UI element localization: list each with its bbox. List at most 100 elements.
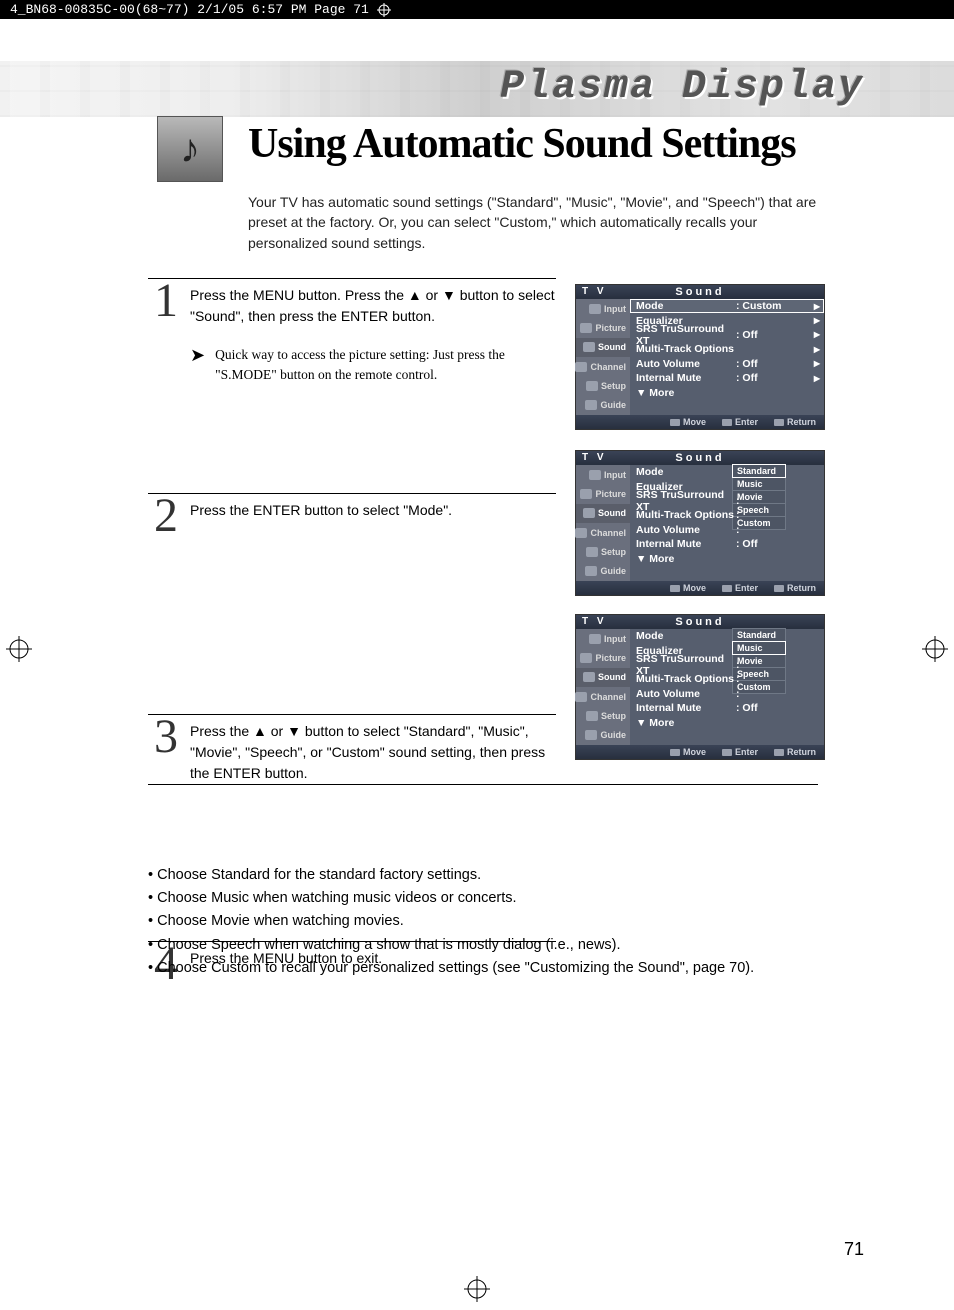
osd-row-more: ▼ More	[630, 715, 824, 729]
music-note-icon: ♪	[157, 116, 223, 182]
osd-screenshot-1: T V Sound Input Picture Sound Channel Se…	[575, 284, 825, 430]
bullet-item: Choose Speech when watching a show that …	[148, 934, 828, 957]
input-icon	[589, 304, 601, 314]
channel-icon	[575, 692, 587, 702]
osd-tv-label: T V	[582, 615, 607, 629]
brand-title: Plasma Display	[500, 65, 864, 110]
input-icon	[589, 634, 601, 644]
osd-option-standard: Standard	[732, 628, 786, 642]
osd-footer-enter: Enter	[722, 417, 758, 427]
print-header-text: 4_BN68-00835C-00(68~77) 2/1/05 6:57 PM P…	[10, 2, 369, 17]
tip-row: ➤ Quick way to access the picture settin…	[190, 345, 556, 384]
osd-row-mode: Mode: Standard Music Movie Speech Custom	[630, 629, 824, 643]
guide-icon	[585, 566, 597, 576]
sound-icon	[583, 342, 595, 352]
divider	[148, 784, 818, 785]
osd-row-srs: SRS TruSurround XT: Off▶	[630, 328, 824, 342]
osd-footer-return: Return	[774, 583, 816, 593]
picture-icon	[580, 489, 592, 499]
step-number: 1	[148, 273, 184, 328]
input-icon	[589, 470, 601, 480]
osd-tv-label: T V	[582, 285, 607, 299]
tip-arrow-icon: ➤	[190, 345, 205, 384]
picture-icon	[580, 323, 592, 333]
chevron-right-icon: ▶	[814, 330, 820, 339]
osd-footer-enter: Enter	[722, 747, 758, 757]
osd-row-intmute: Internal Mute: Off▶	[630, 371, 824, 385]
osd-row-intmute: Internal Mute: Off	[630, 537, 824, 551]
print-header-bar: 4_BN68-00835C-00(68~77) 2/1/05 6:57 PM P…	[0, 0, 954, 19]
registration-mark-icon	[922, 636, 948, 662]
registration-mark-icon	[6, 636, 32, 662]
setup-icon	[586, 711, 598, 721]
osd-footer-return: Return	[774, 417, 816, 427]
osd-title: Sound	[675, 286, 724, 298]
step-number: 2	[148, 488, 184, 543]
registration-mark-icon	[464, 1276, 490, 1302]
intro-text: Your TV has automatic sound settings ("S…	[248, 192, 818, 253]
osd-title-bar: T V Sound	[576, 285, 824, 299]
osd-footer: Move Enter Return	[576, 581, 824, 595]
osd-row-more: ▼ More	[630, 385, 824, 399]
channel-icon	[575, 528, 587, 538]
page-title: Using Automatic Sound Settings	[248, 120, 796, 168]
osd-footer-move: Move	[670, 417, 706, 427]
step-number: 3	[148, 709, 184, 764]
osd-row-intmute: Internal Mute: Off	[630, 701, 824, 715]
osd-footer-move: Move	[670, 747, 706, 757]
osd-title: Sound	[675, 616, 724, 628]
osd-side-menu: Input Picture Sound Channel Setup Guide	[576, 465, 630, 581]
osd-main-panel: Mode: Custom▶ Equalizer▶ SRS TruSurround…	[630, 299, 824, 415]
chevron-right-icon: ▶	[814, 359, 820, 368]
osd-row-autovol: Auto Volume:	[630, 687, 824, 701]
osd-row-srs: SRS TruSurround XT:	[630, 494, 824, 508]
step-2: 2 Press the ENTER button to select "Mode…	[148, 493, 556, 714]
osd-title-bar: T V Sound	[576, 451, 824, 465]
osd-row-more: ▼ More	[630, 551, 824, 565]
osd-row-autovol: Auto Volume: Off▶	[630, 357, 824, 371]
step-body: Press the MENU button. Press the ▲ or ▼ …	[190, 285, 556, 327]
osd-row-autovol: Auto Volume:	[630, 523, 824, 537]
osd-side-menu: Input Picture Sound Channel Setup Guide	[576, 299, 630, 415]
chevron-right-icon: ▶	[814, 316, 820, 325]
osd-footer-move: Move	[670, 583, 706, 593]
osd-option-standard: Standard	[732, 464, 786, 478]
step-body: Press the ▲ or ▼ button to select "Stand…	[190, 721, 556, 784]
osd-row-srs: SRS TruSurround XT:	[630, 658, 824, 672]
bullet-item: Choose Music when watching music videos …	[148, 887, 828, 910]
picture-icon	[580, 653, 592, 663]
setup-icon	[586, 547, 598, 557]
chevron-right-icon: ▶	[814, 374, 820, 383]
osd-row-mode: Mode: Standard Music Movie Speech Custom	[630, 465, 824, 479]
channel-icon	[575, 362, 587, 372]
osd-row-mode: Mode: Custom▶	[630, 299, 824, 313]
osd-screenshot-2: T V Sound Input Picture Sound Channel Se…	[575, 450, 825, 596]
page-number: 71	[844, 1239, 864, 1260]
osd-main-panel: Mode: Standard Music Movie Speech Custom…	[630, 465, 824, 581]
chevron-right-icon: ▶	[814, 345, 820, 354]
step-body: Press the ENTER button to select "Mode".	[190, 500, 556, 521]
bullet-item: Choose Custom to recall your personalize…	[148, 957, 828, 980]
setup-icon	[586, 381, 598, 391]
registration-mark-icon	[377, 3, 391, 17]
bullet-list: Choose Standard for the standard factory…	[148, 864, 828, 980]
osd-screenshot-3: T V Sound Input Picture Sound Channel Se…	[575, 614, 825, 760]
osd-title-bar: T V Sound	[576, 615, 824, 629]
osd-footer-return: Return	[774, 747, 816, 757]
osd-title: Sound	[675, 452, 724, 464]
guide-icon	[585, 400, 597, 410]
bullet-item: Choose Movie when watching movies.	[148, 910, 828, 933]
sound-icon	[583, 672, 595, 682]
osd-row-multi: Multi-Track Options▶	[630, 342, 824, 356]
chevron-right-icon: ▶	[814, 302, 820, 311]
header-strip: Plasma Display	[0, 61, 954, 117]
osd-footer: Move Enter Return	[576, 415, 824, 429]
sound-icon	[583, 508, 595, 518]
osd-row-multi: Multi-Track Options:	[630, 672, 824, 686]
osd-row-multi: Multi-Track Options:	[630, 508, 824, 522]
osd-footer: Move Enter Return	[576, 745, 824, 759]
osd-main-panel: Mode: Standard Music Movie Speech Custom…	[630, 629, 824, 745]
guide-icon	[585, 730, 597, 740]
tip-text: Quick way to access the picture setting:…	[215, 345, 535, 384]
osd-footer-enter: Enter	[722, 583, 758, 593]
